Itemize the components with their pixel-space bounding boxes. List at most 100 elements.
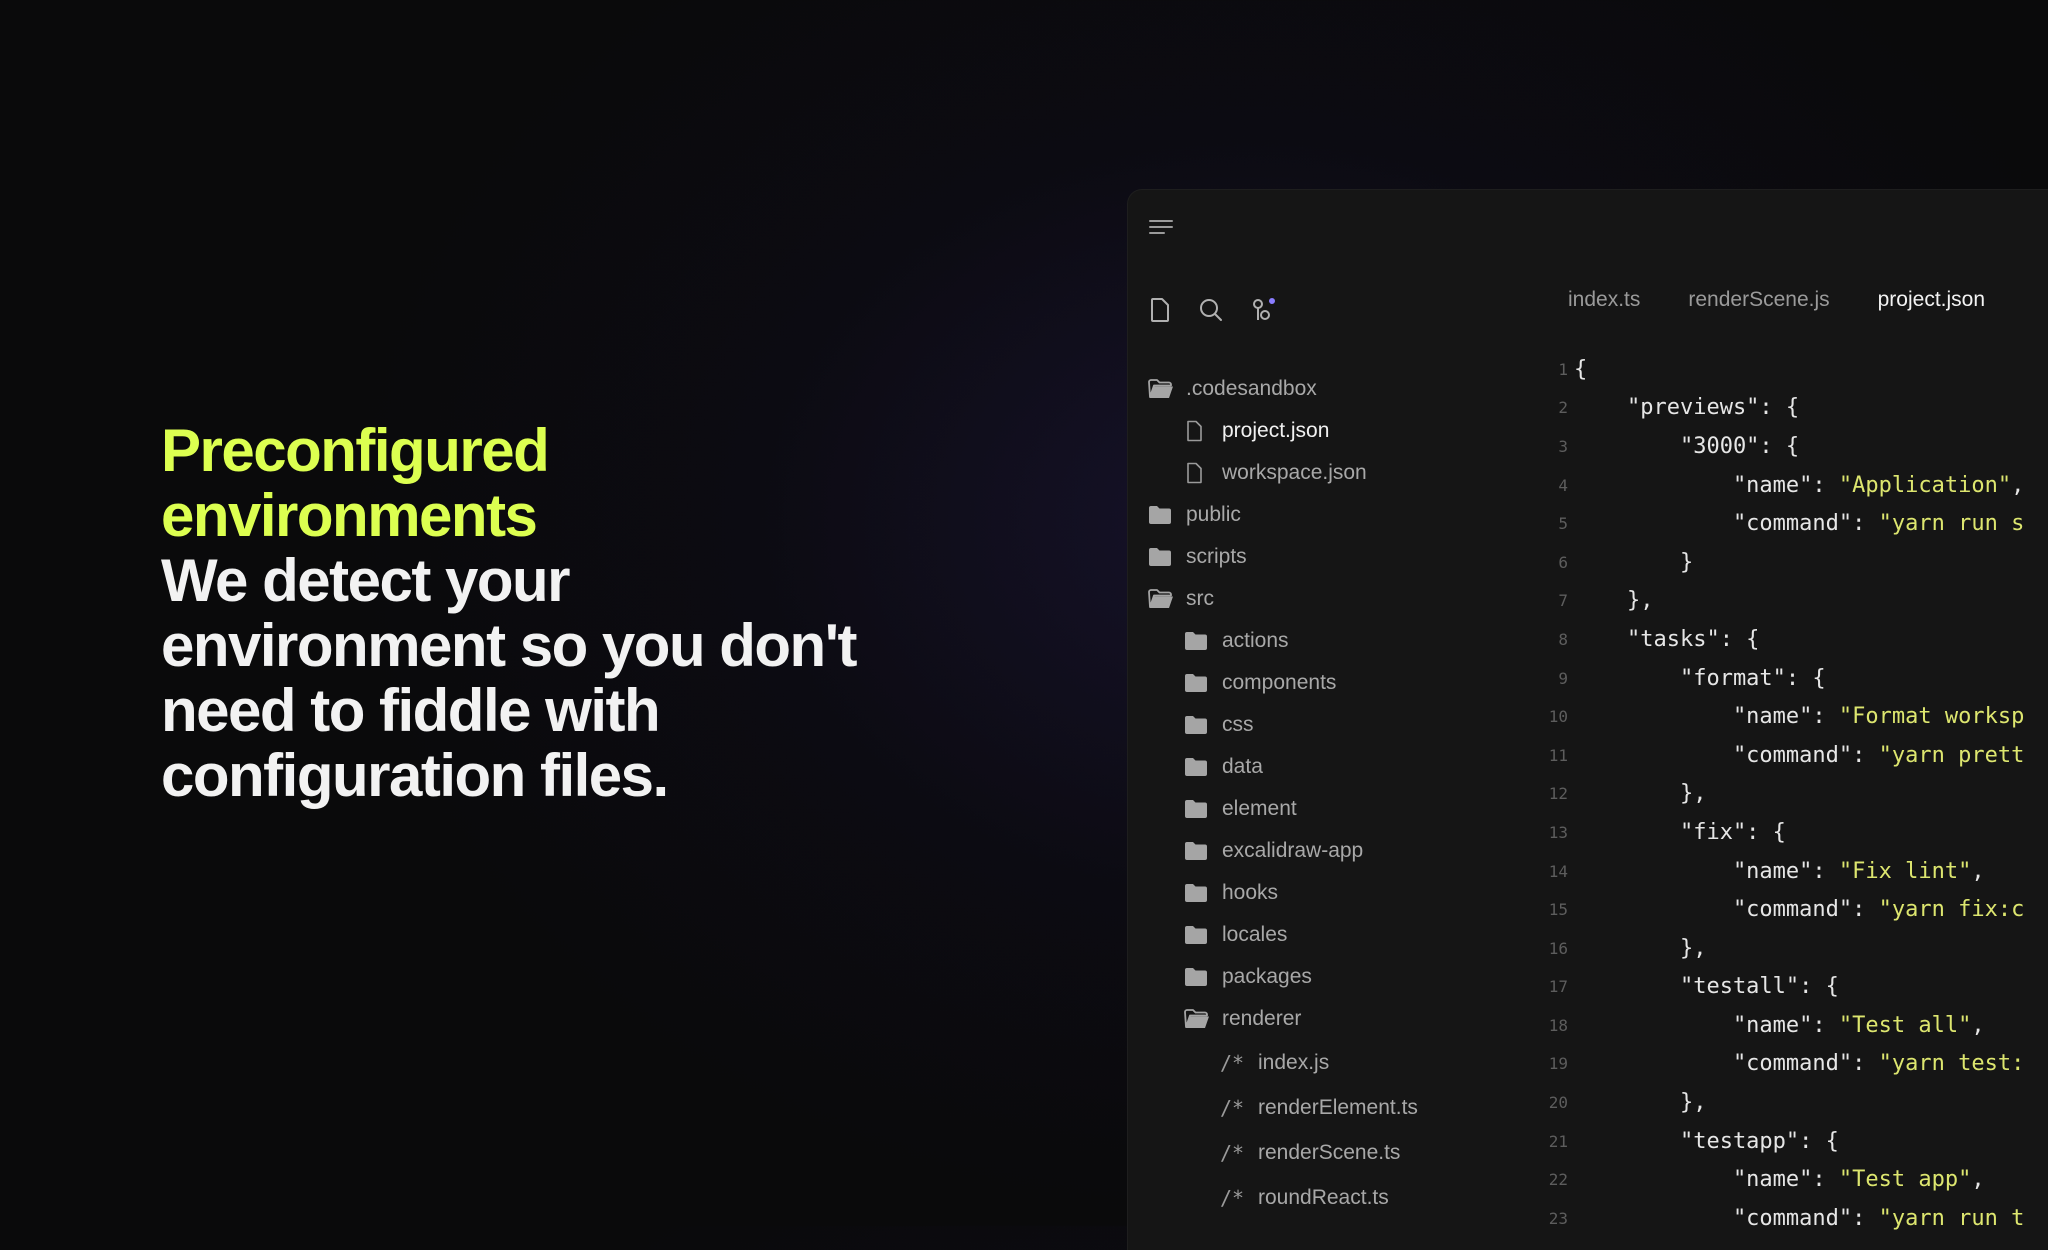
code-token: , [2011, 472, 2025, 498]
code-text[interactable]: } [1574, 550, 1693, 575]
tree-item[interactable]: scripts [1128, 536, 1508, 578]
line-number: 12 [1548, 784, 1568, 804]
tree-item[interactable]: locales [1128, 914, 1508, 956]
code-token: , [1971, 1167, 1985, 1193]
code-text[interactable]: }, [1574, 936, 1707, 961]
tree-item[interactable]: /* renderElement.ts [1128, 1085, 1508, 1130]
tree-item[interactable]: /* index.js [1128, 1040, 1508, 1085]
file-icon [1184, 420, 1210, 442]
menu-icon[interactable] [1148, 218, 1174, 241]
code-token: "command": [1574, 1051, 1879, 1077]
tree-item[interactable]: /* renderScene.ts [1128, 1130, 1508, 1175]
tree-item-label: renderScene.ts [1258, 1140, 1401, 1164]
string-token: "yarn run s [1878, 511, 2025, 537]
code-token: , [1971, 858, 1985, 884]
git-branch-icon[interactable] [1250, 296, 1278, 324]
code-text[interactable]: "command": "yarn fix:c [1574, 897, 2024, 922]
tree-item[interactable]: workspace.json [1128, 452, 1508, 494]
string-token: "Test all" [1838, 1012, 1972, 1038]
code-text[interactable]: "testapp": { [1574, 1129, 1839, 1154]
code-token: }, [1574, 781, 1707, 807]
string-token: "Format worksp [1838, 704, 2025, 730]
folder-open-icon [1148, 378, 1174, 400]
code-token: "command": [1574, 511, 1879, 537]
code-token: "testapp": { [1574, 1128, 1839, 1154]
tree-item-label: packages [1222, 965, 1312, 988]
code-text[interactable]: "name": "Format worksp [1574, 704, 2024, 729]
tree-item[interactable]: src [1128, 578, 1508, 620]
code-token: "name": [1574, 1167, 1839, 1193]
comment-file-icon: /* [1220, 1050, 1245, 1075]
code-token: "command": [1574, 742, 1879, 768]
code-text[interactable]: "command": "yarn run s [1574, 511, 2024, 536]
tree-item-label: locales [1222, 923, 1288, 946]
tab-renderscene-js[interactable]: renderScene.js [1688, 288, 1829, 312]
code-text[interactable]: "name": "Test app", [1574, 1167, 1985, 1192]
code-text[interactable]: "command": "yarn prett [1574, 743, 2024, 768]
line-number: 13 [1548, 822, 1568, 842]
tab-index-ts[interactable]: index.ts [1568, 288, 1640, 312]
folder-icon [1148, 546, 1174, 568]
folder-icon [1184, 672, 1210, 694]
code-text[interactable]: { [1574, 357, 1587, 382]
line-number: 2 [1558, 398, 1568, 418]
tree-item[interactable]: data [1128, 746, 1508, 788]
code-token: "fix": { [1574, 819, 1786, 845]
editor-tabs: index.ts renderScene.js project.json [1568, 288, 1985, 312]
tree-item-label: index.js [1258, 1050, 1330, 1074]
code-text[interactable]: "testall": { [1574, 974, 1839, 999]
line-number: 21 [1548, 1131, 1568, 1151]
comment-file-icon: /* [1220, 1095, 1245, 1120]
code-text[interactable]: "name": "Test all", [1574, 1013, 1985, 1038]
tree-item[interactable]: actions [1128, 620, 1508, 662]
tree-item[interactable]: .codesandbox [1128, 368, 1508, 410]
tree-item[interactable]: excalidraw-app [1128, 830, 1508, 872]
code-text[interactable]: "previews": { [1574, 395, 1799, 420]
string-token: "Fix lint" [1838, 858, 1972, 884]
code-text[interactable]: "fix": { [1574, 820, 1786, 845]
code-text[interactable]: }, [1574, 588, 1654, 613]
code-text[interactable]: "command": "yarn test: [1574, 1051, 2024, 1076]
code-token: "previews": { [1574, 395, 1800, 421]
code-text[interactable]: "tasks": { [1574, 627, 1759, 652]
search-icon[interactable] [1198, 297, 1224, 323]
code-text[interactable]: }, [1574, 1090, 1707, 1115]
code-text[interactable]: "format": { [1574, 666, 1826, 691]
tree-item-label: renderElement.ts [1258, 1095, 1418, 1119]
file-icon[interactable] [1148, 297, 1172, 323]
line-number: 18 [1548, 1015, 1568, 1035]
code-token: "command": [1574, 897, 1879, 923]
code-text[interactable]: "command": "yarn run t [1574, 1206, 2024, 1231]
tree-item[interactable]: renderer [1128, 998, 1508, 1040]
tree-item[interactable]: element [1128, 788, 1508, 830]
folder-icon [1184, 630, 1210, 652]
tree-item-label: .codesandbox [1186, 377, 1317, 400]
code-token: "command": [1574, 1205, 1879, 1231]
code-text[interactable]: "3000": { [1574, 434, 1799, 459]
line-number: 1 [1558, 359, 1568, 379]
tree-item[interactable]: css [1128, 704, 1508, 746]
folder-icon [1184, 966, 1210, 988]
folder-open-icon [1184, 1008, 1210, 1030]
code-text[interactable]: "name": "Fix lint", [1574, 859, 1985, 884]
tree-item[interactable]: packages [1128, 956, 1508, 998]
tree-item-label: data [1222, 755, 1263, 778]
code-token: "name": [1574, 472, 1839, 498]
code-token: "3000": { [1574, 433, 1800, 459]
folder-icon [1184, 798, 1210, 820]
folder-icon [1184, 924, 1210, 946]
tree-item[interactable]: project.json [1128, 410, 1508, 452]
tree-item[interactable]: public [1128, 494, 1508, 536]
tree-item[interactable]: hooks [1128, 872, 1508, 914]
line-number: 20 [1548, 1093, 1568, 1113]
code-text[interactable]: "name": "Application", [1574, 473, 2024, 498]
tree-item[interactable]: /* roundReact.ts [1128, 1175, 1508, 1220]
code-text[interactable]: }, [1574, 781, 1707, 807]
tree-item[interactable]: components [1128, 662, 1508, 704]
string-token: "yarn prett [1878, 742, 2025, 768]
tab-project-json[interactable]: project.json [1878, 288, 1985, 312]
line-number: 4 [1558, 475, 1568, 495]
line-number: 22 [1548, 1170, 1568, 1190]
tree-item-label: project.json [1222, 419, 1330, 442]
folder-icon [1184, 714, 1210, 736]
